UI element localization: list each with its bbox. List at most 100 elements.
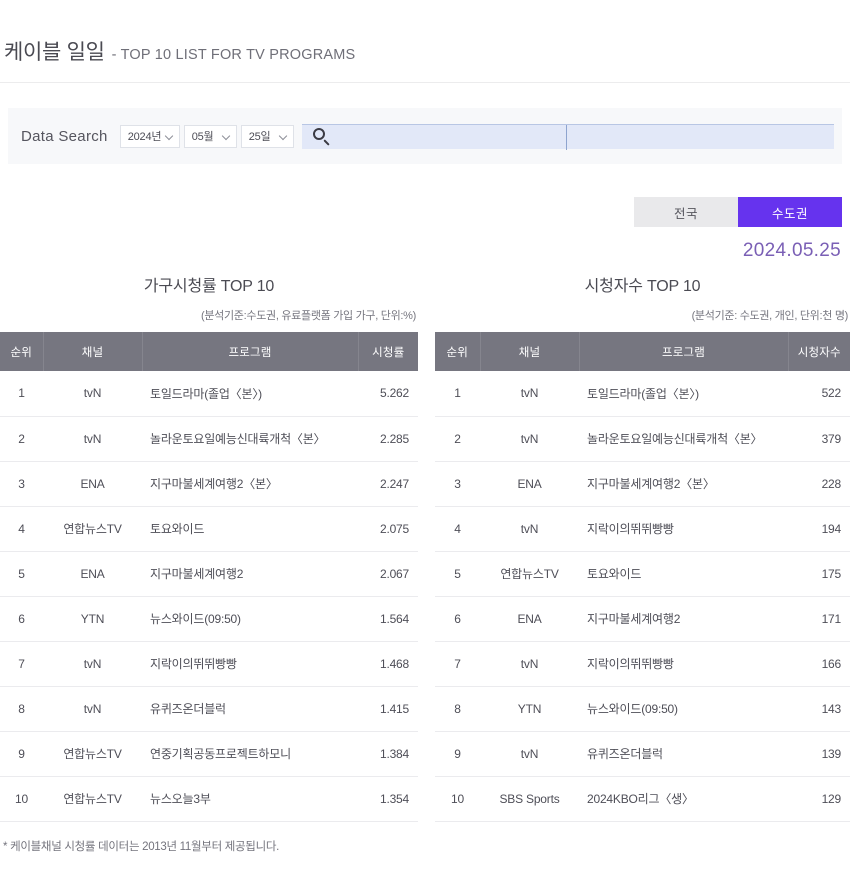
cell-rank: 6 (435, 596, 480, 642)
table-row[interactable]: 10 SBS Sports 2024KBO리그〈생〉 129 (435, 776, 850, 822)
tables-container: 가구시청률 TOP 10 (분석기준:수도권, 유료플랫폼 가입 가구, 단위:… (0, 272, 850, 822)
table-row[interactable]: 10 연합뉴스TV 뉴스오늘3부 1.354 (0, 776, 418, 822)
data-search-label: Data Search (21, 127, 108, 145)
title-divider (0, 82, 850, 83)
cell-channel: YTN (480, 686, 579, 732)
table-row[interactable]: 4 tvN 지락이의뛰뛰빵빵 194 (435, 506, 850, 552)
table-row[interactable]: 3 ENA 지구마불세계여행2〈본〉 2.247 (0, 461, 418, 507)
cell-rank: 7 (435, 641, 480, 687)
household-rating-note: (분석기준:수도권, 유료플랫폼 가입 가구, 단위:%) (200, 310, 416, 322)
cell-rank: 9 (435, 731, 480, 777)
table-row[interactable]: 8 tvN 유퀴즈온더블럭 1.415 (0, 686, 418, 732)
cell-program: 뉴스오늘3부 (142, 776, 358, 822)
column-header-channel: 채널 (480, 332, 580, 371)
column-header-program: 프로그램 (579, 332, 789, 371)
table-row[interactable]: 6 YTN 뉴스와이드(09:50) 1.564 (0, 596, 418, 642)
cell-value: 194 (788, 506, 850, 552)
cell-value: 1.384 (358, 731, 418, 777)
table-header-row: 순위 채널 프로그램 시청률 (0, 332, 418, 371)
cell-value: 1.468 (358, 641, 418, 687)
cell-channel: tvN (480, 506, 579, 552)
cell-value: 5.262 (358, 371, 418, 417)
cell-value: 228 (788, 461, 850, 507)
table-row[interactable]: 6 ENA 지구마불세계여행2 171 (435, 596, 850, 642)
table-row[interactable]: 7 tvN 지락이의뛰뛰빵빵 1.468 (0, 641, 418, 687)
cell-rank: 5 (435, 551, 480, 597)
table-row[interactable]: 2 tvN 놀라운토요일예능신대륙개척〈본〉 379 (435, 416, 850, 462)
household-rating-table: 순위 채널 프로그램 시청률 1 tvN 토일드라마(졸업〈본〉) 5.262 … (0, 332, 418, 822)
cell-rank: 4 (435, 506, 480, 552)
cell-rank: 1 (0, 371, 43, 417)
cell-program: 놀라운토요일예능신대륙개척〈본〉 (142, 416, 358, 462)
cell-value: 2.247 (358, 461, 418, 507)
tab-nationwide[interactable]: 전국 (634, 197, 738, 227)
page-root: 케이블 일일 - TOP 10 LIST FOR TV PROGRAMS Dat… (0, 0, 850, 870)
cell-channel: ENA (43, 551, 142, 597)
household-rating-body: 1 tvN 토일드라마(졸업〈본〉) 5.262 2 tvN 놀라운토요일예능신… (0, 371, 418, 822)
table-row[interactable]: 5 ENA 지구마불세계여행2 2.067 (0, 551, 418, 597)
search-field[interactable] (301, 123, 834, 150)
month-select[interactable]: 05월 (183, 124, 237, 148)
cell-channel: tvN (480, 731, 579, 777)
cell-channel: tvN (480, 371, 579, 417)
table-row[interactable]: 3 ENA 지구마불세계여행2〈본〉 228 (435, 461, 850, 507)
cell-program: 뉴스와이드(09:50) (579, 686, 788, 732)
table-row[interactable]: 1 tvN 토일드라마(졸업〈본〉) 5.262 (0, 371, 418, 417)
cell-program: 지구마불세계여행2〈본〉 (142, 461, 358, 507)
cell-rank: 10 (0, 776, 43, 822)
cell-channel: SBS Sports (480, 776, 579, 822)
year-select-value: 2024년 (127, 131, 162, 143)
cell-channel: tvN (480, 641, 579, 687)
viewer-count-title: 시청자수 TOP 10 (584, 278, 701, 295)
cell-channel: 연합뉴스TV (480, 551, 579, 597)
search-icon[interactable] (311, 126, 333, 148)
cell-program: 지구마불세계여행2〈본〉 (579, 461, 788, 507)
cell-value: 175 (788, 551, 850, 597)
cell-value: 1.564 (358, 596, 418, 642)
chevron-down-icon (280, 132, 288, 140)
cell-program: 지락이의뛰뛰빵빵 (579, 641, 788, 687)
data-search-panel: Data Search 2024년 05월 25일 (8, 108, 842, 164)
cell-value: 143 (788, 686, 850, 732)
viewer-count-table: 순위 채널 프로그램 시청자수 1 tvN 토일드라마(졸업〈본〉) 522 2 (435, 332, 850, 822)
month-select-value: 05월 (191, 131, 214, 143)
cell-program: 토요와이드 (142, 506, 358, 552)
table-row[interactable]: 8 YTN 뉴스와이드(09:50) 143 (435, 686, 850, 732)
cell-program: 토일드라마(졸업〈본〉) (579, 371, 788, 417)
cell-program: 뉴스와이드(09:50) (142, 596, 358, 642)
chevron-down-icon (166, 132, 174, 140)
table-row[interactable]: 9 tvN 유퀴즈온더블럭 139 (435, 731, 850, 777)
cell-value: 139 (788, 731, 850, 777)
cell-program: 지구마불세계여행2 (579, 596, 788, 642)
table-row[interactable]: 7 tvN 지락이의뛰뛰빵빵 166 (435, 641, 850, 687)
table-row[interactable]: 2 tvN 놀라운토요일예능신대륙개척〈본〉 2.285 (0, 416, 418, 462)
search-input[interactable] (332, 125, 834, 148)
table-row[interactable]: 5 연합뉴스TV 토요와이드 175 (435, 551, 850, 597)
column-header-value: 시청자수 (788, 332, 850, 371)
cell-program: 지락이의뛰뛰빵빵 (142, 641, 358, 687)
cell-channel: ENA (43, 461, 142, 507)
cell-rank: 8 (0, 686, 43, 732)
day-select[interactable]: 25일 (240, 124, 294, 148)
cell-channel: tvN (43, 686, 142, 732)
table-row[interactable]: 1 tvN 토일드라마(졸업〈본〉) 522 (435, 371, 850, 417)
cell-channel: tvN (43, 371, 142, 417)
tab-metropolitan[interactable]: 수도권 (738, 197, 842, 227)
table-header-row: 순위 채널 프로그램 시청자수 (435, 332, 850, 371)
year-select[interactable]: 2024년 (119, 124, 180, 148)
date-stamp: 2024.05.25 (742, 240, 841, 261)
cell-value: 522 (788, 371, 850, 417)
column-header-value: 시청률 (358, 332, 418, 371)
cell-program: 지구마불세계여행2 (142, 551, 358, 597)
cell-program: 2024KBO리그〈생〉 (579, 776, 788, 822)
cell-program: 지락이의뛰뛰빵빵 (579, 506, 788, 552)
cell-value: 166 (788, 641, 850, 687)
cell-program: 토일드라마(졸업〈본〉) (142, 371, 358, 417)
cell-rank: 8 (435, 686, 480, 732)
cell-program: 놀라운토요일예능신대륙개척〈본〉 (579, 416, 788, 462)
table-row[interactable]: 9 연합뉴스TV 연중기획공동프로젝트하모니 1.384 (0, 731, 418, 777)
cell-rank: 9 (0, 731, 43, 777)
cell-program: 연중기획공동프로젝트하모니 (142, 731, 358, 777)
table-row[interactable]: 4 연합뉴스TV 토요와이드 2.075 (0, 506, 418, 552)
cell-program: 유퀴즈온더블럭 (579, 731, 788, 777)
